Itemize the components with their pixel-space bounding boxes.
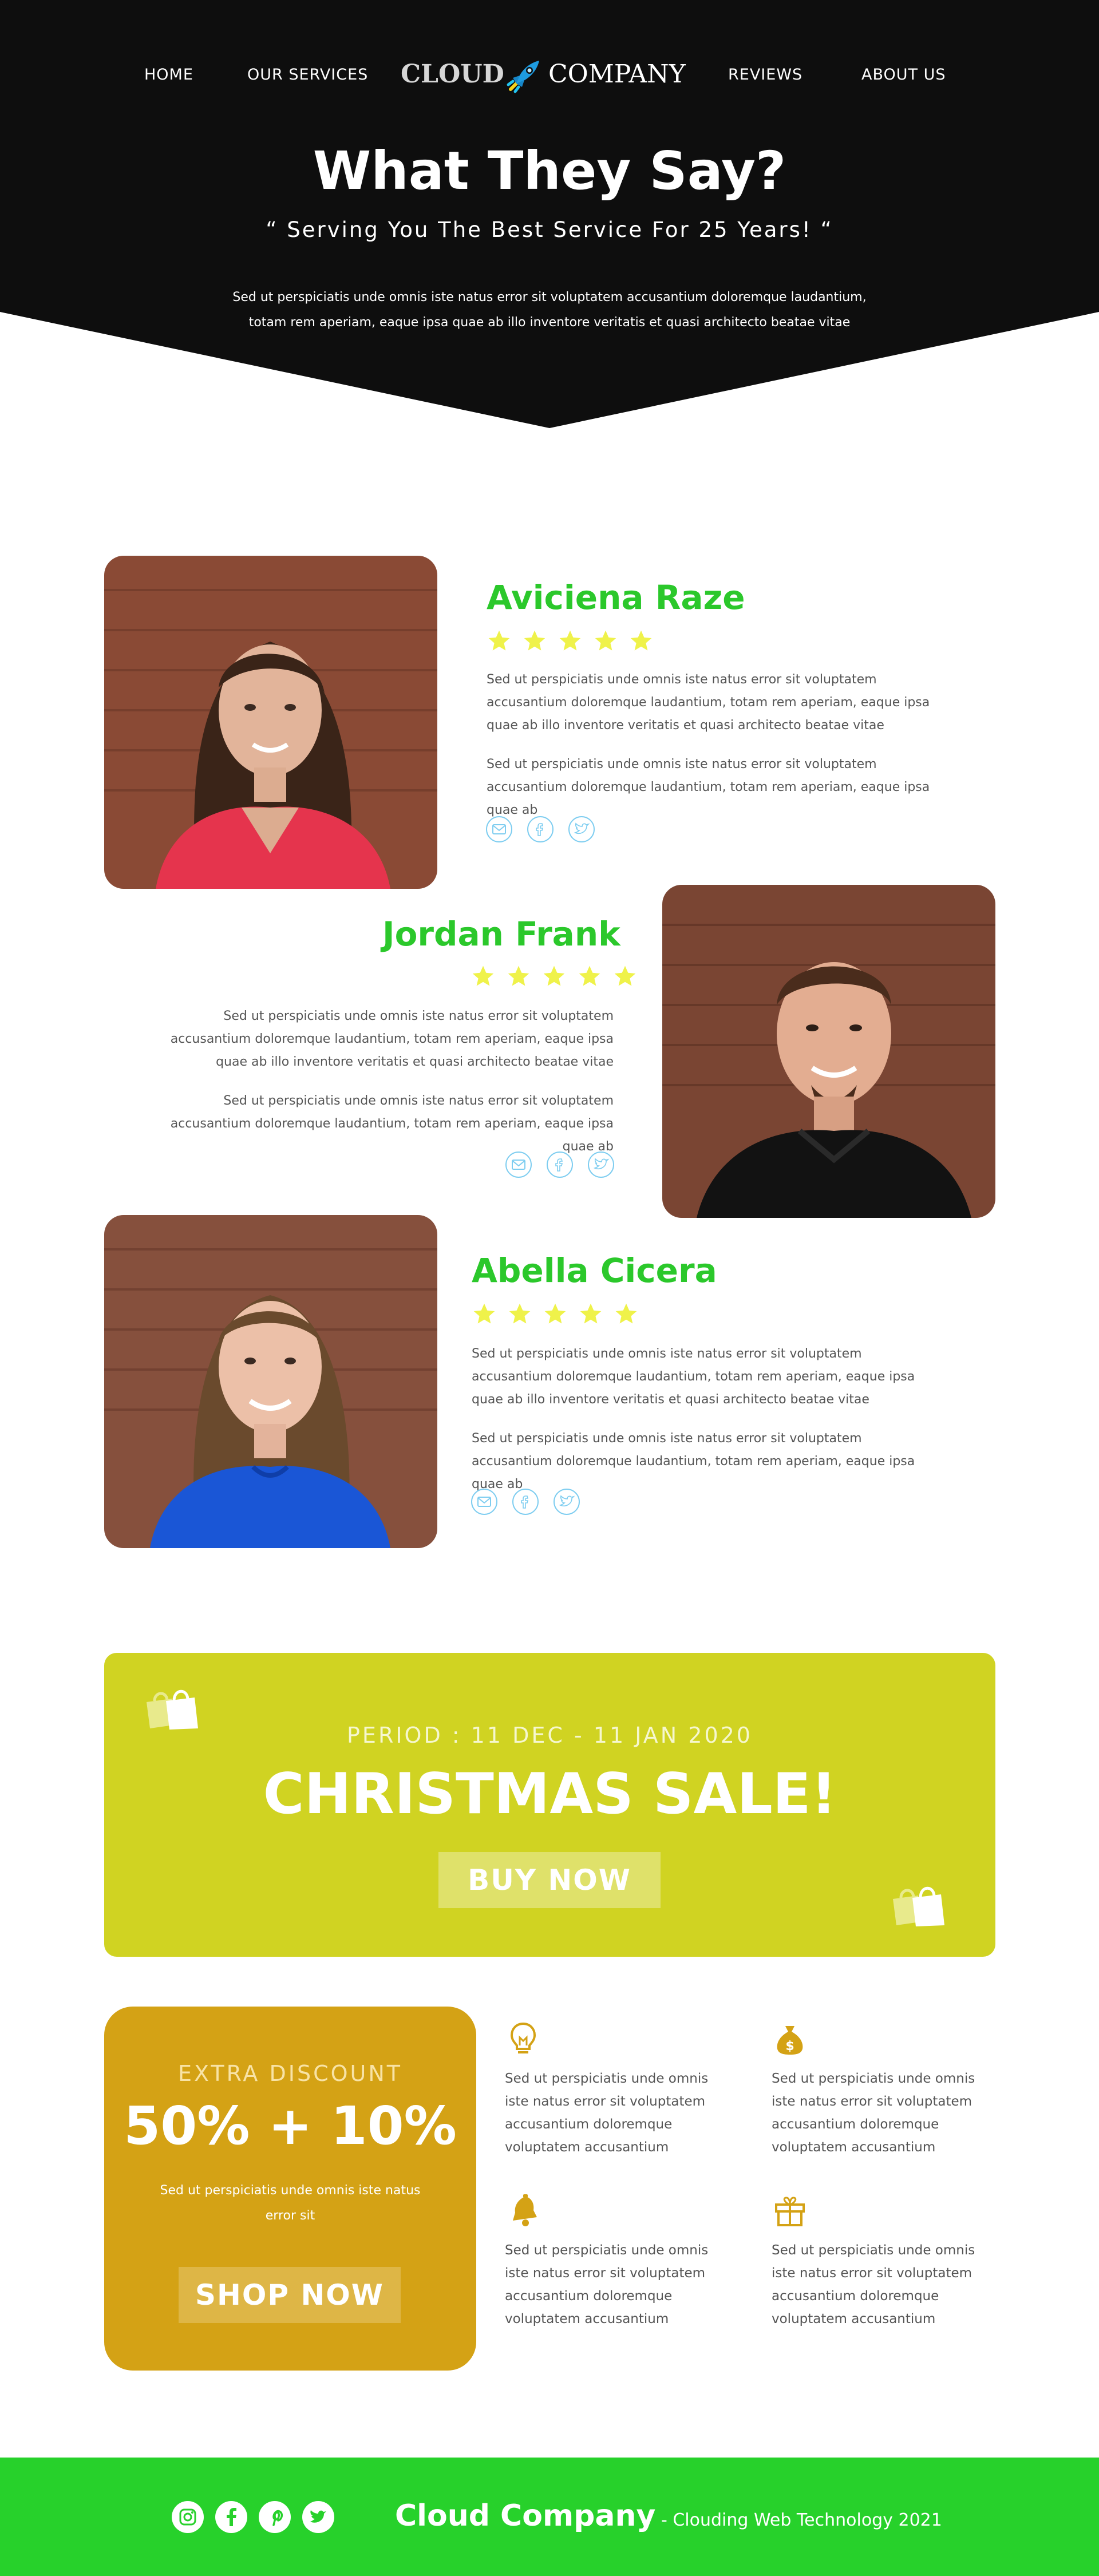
star-icon [580,1303,602,1324]
sale-title: CHRISTMAS SALE! [263,1762,837,1827]
footer-tagline: - Clouding Web Technology 2021 [661,2510,942,2530]
nav-our-services[interactable]: OUR SERVICES [247,66,368,84]
logo-text-cloud: CLOUD [401,60,504,89]
shopping-bags-icon [893,1886,944,1926]
hero-text: Sed ut perspiciatis unde omnis iste natu… [206,285,893,335]
top-nav: HOME OUR SERVICES REVIEWS ABOUT US CLOUD… [0,0,1099,149]
star-icon [615,1303,637,1324]
hero-title: What They Say? [313,140,786,201]
feature-text: Sed ut perspiciatis unde omnis iste natu… [772,2071,975,2155]
testimonial-paragraph: Sed ut perspiciatis unde omnis iste natu… [472,1431,915,1491]
bell-icon [513,2194,537,2226]
testimonial-paragraph: Sed ut perspiciatis unde omnis iste natu… [487,672,930,733]
email-icon[interactable] [471,1488,498,1515]
twitter-icon[interactable] [301,2500,335,2534]
twitter-icon[interactable] [587,1151,615,1178]
star-icon [524,630,545,651]
testimonial-name: Abella Cicera [472,1251,717,1290]
footer-social-links [171,2500,335,2534]
hero-text-line-1: Sed ut perspiciatis unde omnis iste natu… [232,290,867,304]
instagram-icon[interactable] [171,2500,205,2534]
star-icon [509,1303,531,1324]
feature-text: Sed ut perspiciatis unde omnis iste natu… [505,2243,709,2326]
gift-icon [775,2197,805,2226]
testimonial-name: Aviciena Raze [487,578,745,617]
discount-label: EXTRA DISCOUNT [177,2061,402,2086]
footer-brand: Cloud Company [395,2499,656,2533]
star-icon [473,1303,495,1324]
star-icon [614,965,636,986]
feature-item: Sed ut perspiciatis unde omnis iste natu… [505,2020,728,2159]
lightbulb-icon [510,2022,536,2053]
star-icon [543,965,565,986]
discount-value: 50% + 10% [124,2095,457,2156]
star-icon [488,630,510,651]
testimonial-paragraph: Sed ut perspiciatis unde omnis iste natu… [472,1347,915,1407]
rocket-icon [507,61,539,93]
email-icon[interactable] [505,1151,532,1178]
social-links [505,1151,615,1178]
company-logo[interactable]: CLOUD COMPANY [401,56,687,96]
facebook-icon[interactable] [214,2500,248,2534]
nav-home[interactable]: HOME [144,66,193,84]
testimonial-photo-jordan [662,885,995,1218]
discount-text: Sed ut perspiciatis unde omnis iste natu… [160,2183,421,2223]
svg-text:$: $ [785,2039,794,2053]
feature-item: $ Sed ut perspiciatis unde omnis iste na… [772,2020,995,2159]
shop-now-button[interactable]: SHOP NOW [179,2267,401,2323]
rating-stars [471,964,638,989]
logo-text-company: COMPANY [548,60,686,89]
hero-text-line-2: totam rem aperiam, eaque ipsa quae ab il… [248,315,851,330]
buy-now-button[interactable]: BUY NOW [438,1852,661,1908]
testimonial-photo-abella [104,1215,437,1548]
sale-period: PERIOD : 11 DEC - 11 JAN 2020 [347,1723,753,1748]
feature-text: Sed ut perspiciatis unde omnis iste natu… [772,2243,975,2326]
money-bag-icon: $ [777,2026,803,2055]
extra-discount-card: EXTRA DISCOUNT 50% + 10% Sed ut perspici… [104,2007,476,2371]
testimonial-name: Jordan Frank [382,915,620,953]
testimonial-paragraph: Sed ut perspiciatis unde omnis iste natu… [170,1009,614,1069]
christmas-sale-banner: PERIOD : 11 DEC - 11 JAN 2020 CHRISTMAS … [104,1653,995,1957]
facebook-icon[interactable] [512,1488,539,1515]
twitter-icon[interactable] [568,816,595,843]
rating-stars [472,1301,639,1327]
star-icon [472,965,494,986]
testimonial-paragraph: Sed ut perspiciatis unde omnis iste natu… [487,757,930,817]
feature-item: Sed ut perspiciatis unde omnis iste natu… [505,2192,728,2330]
pinterest-icon[interactable] [258,2500,292,2534]
facebook-icon[interactable] [527,816,554,843]
facebook-icon[interactable] [546,1151,574,1178]
feature-item: Sed ut perspiciatis unde omnis iste natu… [772,2192,995,2330]
hero-subtitle: “ Serving You The Best Service For 25 Ye… [266,217,833,242]
testimonial-paragraph: Sed ut perspiciatis unde omnis iste natu… [170,1094,614,1154]
footer: Cloud Company - Clouding Web Technology … [0,2458,1099,2576]
twitter-icon[interactable] [553,1488,580,1515]
nav-about-us[interactable]: ABOUT US [861,66,946,84]
feature-text: Sed ut perspiciatis unde omnis iste natu… [505,2071,709,2155]
nav-reviews[interactable]: REVIEWS [728,66,802,84]
social-links [471,1488,580,1515]
rating-stars [487,628,654,654]
star-icon [508,965,529,986]
star-icon [595,630,616,651]
email-icon[interactable] [485,816,513,843]
hero-section: HOME OUR SERVICES REVIEWS ABOUT US CLOUD… [0,0,1099,435]
star-icon [630,630,652,651]
social-links [485,816,595,843]
star-icon [579,965,600,986]
star-icon [559,630,581,651]
testimonial-photo-aviciena [104,556,437,889]
star-icon [544,1303,566,1324]
